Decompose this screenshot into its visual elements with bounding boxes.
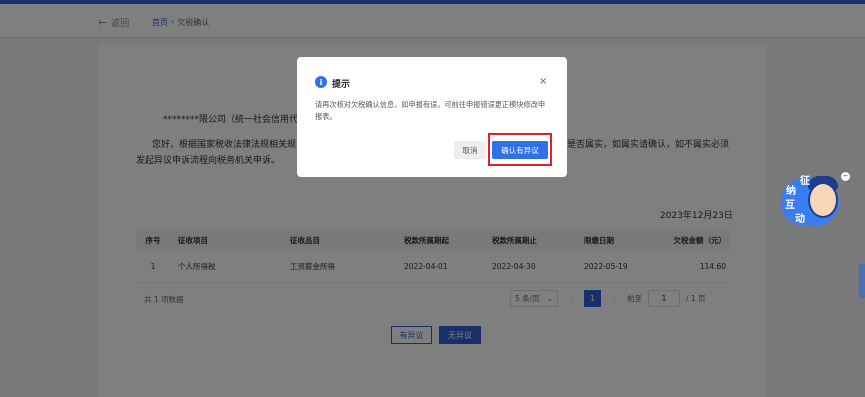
dialog-message: 请再次核对欠税确认信息，如申报有误，可前往申报错误更正模块修改申报表。 [315,100,546,121]
mascot-char: 动 [795,214,805,225]
dialog-title: 提示 [332,80,351,90]
mascot-close-icon[interactable]: − [841,172,850,181]
mascot-char: 互 [785,200,795,211]
close-icon[interactable]: × [539,76,547,87]
confirm-dispute-button[interactable]: 确认有异议 [492,141,548,159]
confirm-dialog: i 提示 × 请再次核对欠税确认信息，如申报有误，可前往申报错误更正模块修改申报… [297,57,567,177]
interaction-mascot[interactable]: 征 纳 互 动 [781,172,843,226]
cancel-button[interactable]: 取消 [454,141,486,159]
mascot-char: 征 [800,176,810,187]
mascot-char: 纳 [786,186,796,197]
info-icon: i [315,76,327,88]
mascot-face-icon [808,182,838,218]
side-tab[interactable] [859,264,865,298]
